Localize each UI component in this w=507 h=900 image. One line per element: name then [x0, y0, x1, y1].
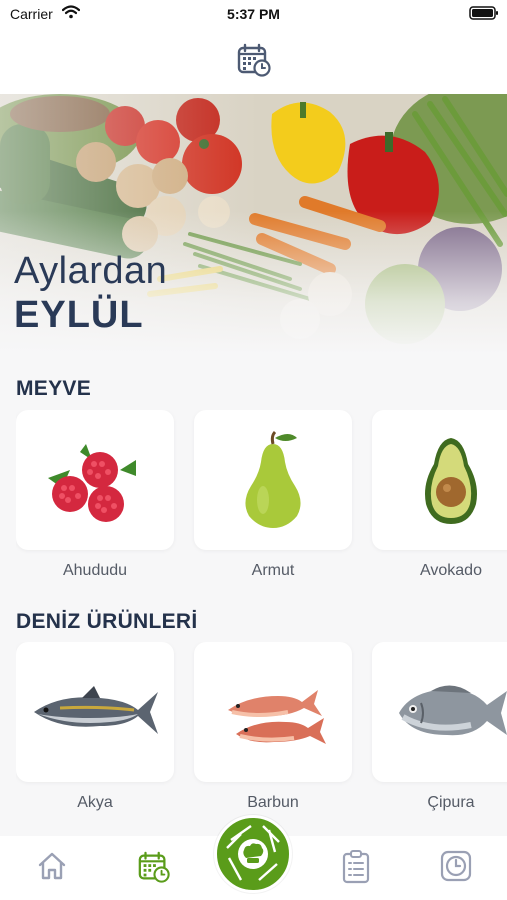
product-row-meyve[interactable]: Ahududu Armut Avokado — [16, 410, 507, 620]
product-card-akya[interactable]: Akya — [16, 642, 174, 812]
red-mullet-icon — [228, 690, 326, 744]
product-card-avokado[interactable]: Avokado — [372, 410, 507, 580]
product-label: Armut — [251, 562, 295, 579]
chef-button[interactable] — [214, 815, 292, 893]
battery-icon — [469, 6, 498, 20]
product-label: Ahududu — [62, 562, 128, 579]
product-image-box — [194, 642, 352, 782]
chef-icon — [226, 825, 280, 881]
product-card-ahududu[interactable]: Ahududu — [16, 410, 174, 580]
product-image-box — [372, 642, 507, 782]
status-bar: Carrier 5:37 PM — [0, 0, 507, 30]
product-label: Akya — [77, 794, 113, 811]
raspberry-icon — [48, 444, 136, 522]
product-card-barbun[interactable]: Barbun — [194, 642, 352, 812]
checklist-icon[interactable] — [342, 850, 370, 884]
hero-subtitle: Aylardan — [14, 250, 168, 292]
pear-icon — [245, 430, 301, 528]
section-title-deniz-urunleri: DENİZ ÜRÜNLERİ — [16, 610, 198, 633]
product-label: Barbun — [247, 794, 299, 811]
section-title-meyve: MEYVE — [16, 377, 92, 400]
top-bar — [0, 30, 507, 94]
product-image-box — [16, 410, 174, 550]
product-card-cipura[interactable]: Çipura — [372, 642, 507, 812]
product-card-armut[interactable]: Armut — [194, 410, 352, 580]
product-image-box — [16, 642, 174, 782]
calendar-icon[interactable] — [137, 850, 171, 884]
product-image-box — [194, 410, 352, 550]
avocado-icon — [425, 438, 477, 524]
fish-icon — [34, 686, 158, 734]
product-label: Çipura — [427, 794, 475, 811]
home-icon[interactable] — [36, 850, 68, 882]
product-image-box — [372, 410, 507, 550]
sea-bream-icon — [399, 685, 507, 736]
hero-title: EYLÜL — [14, 294, 144, 336]
status-time: 5:37 PM — [227, 6, 280, 22]
calendar-clock-icon[interactable] — [236, 42, 272, 78]
hero-banner: Aylardan EYLÜL — [0, 94, 507, 354]
product-label: Avokado — [420, 562, 482, 579]
clock-icon[interactable] — [440, 850, 472, 882]
